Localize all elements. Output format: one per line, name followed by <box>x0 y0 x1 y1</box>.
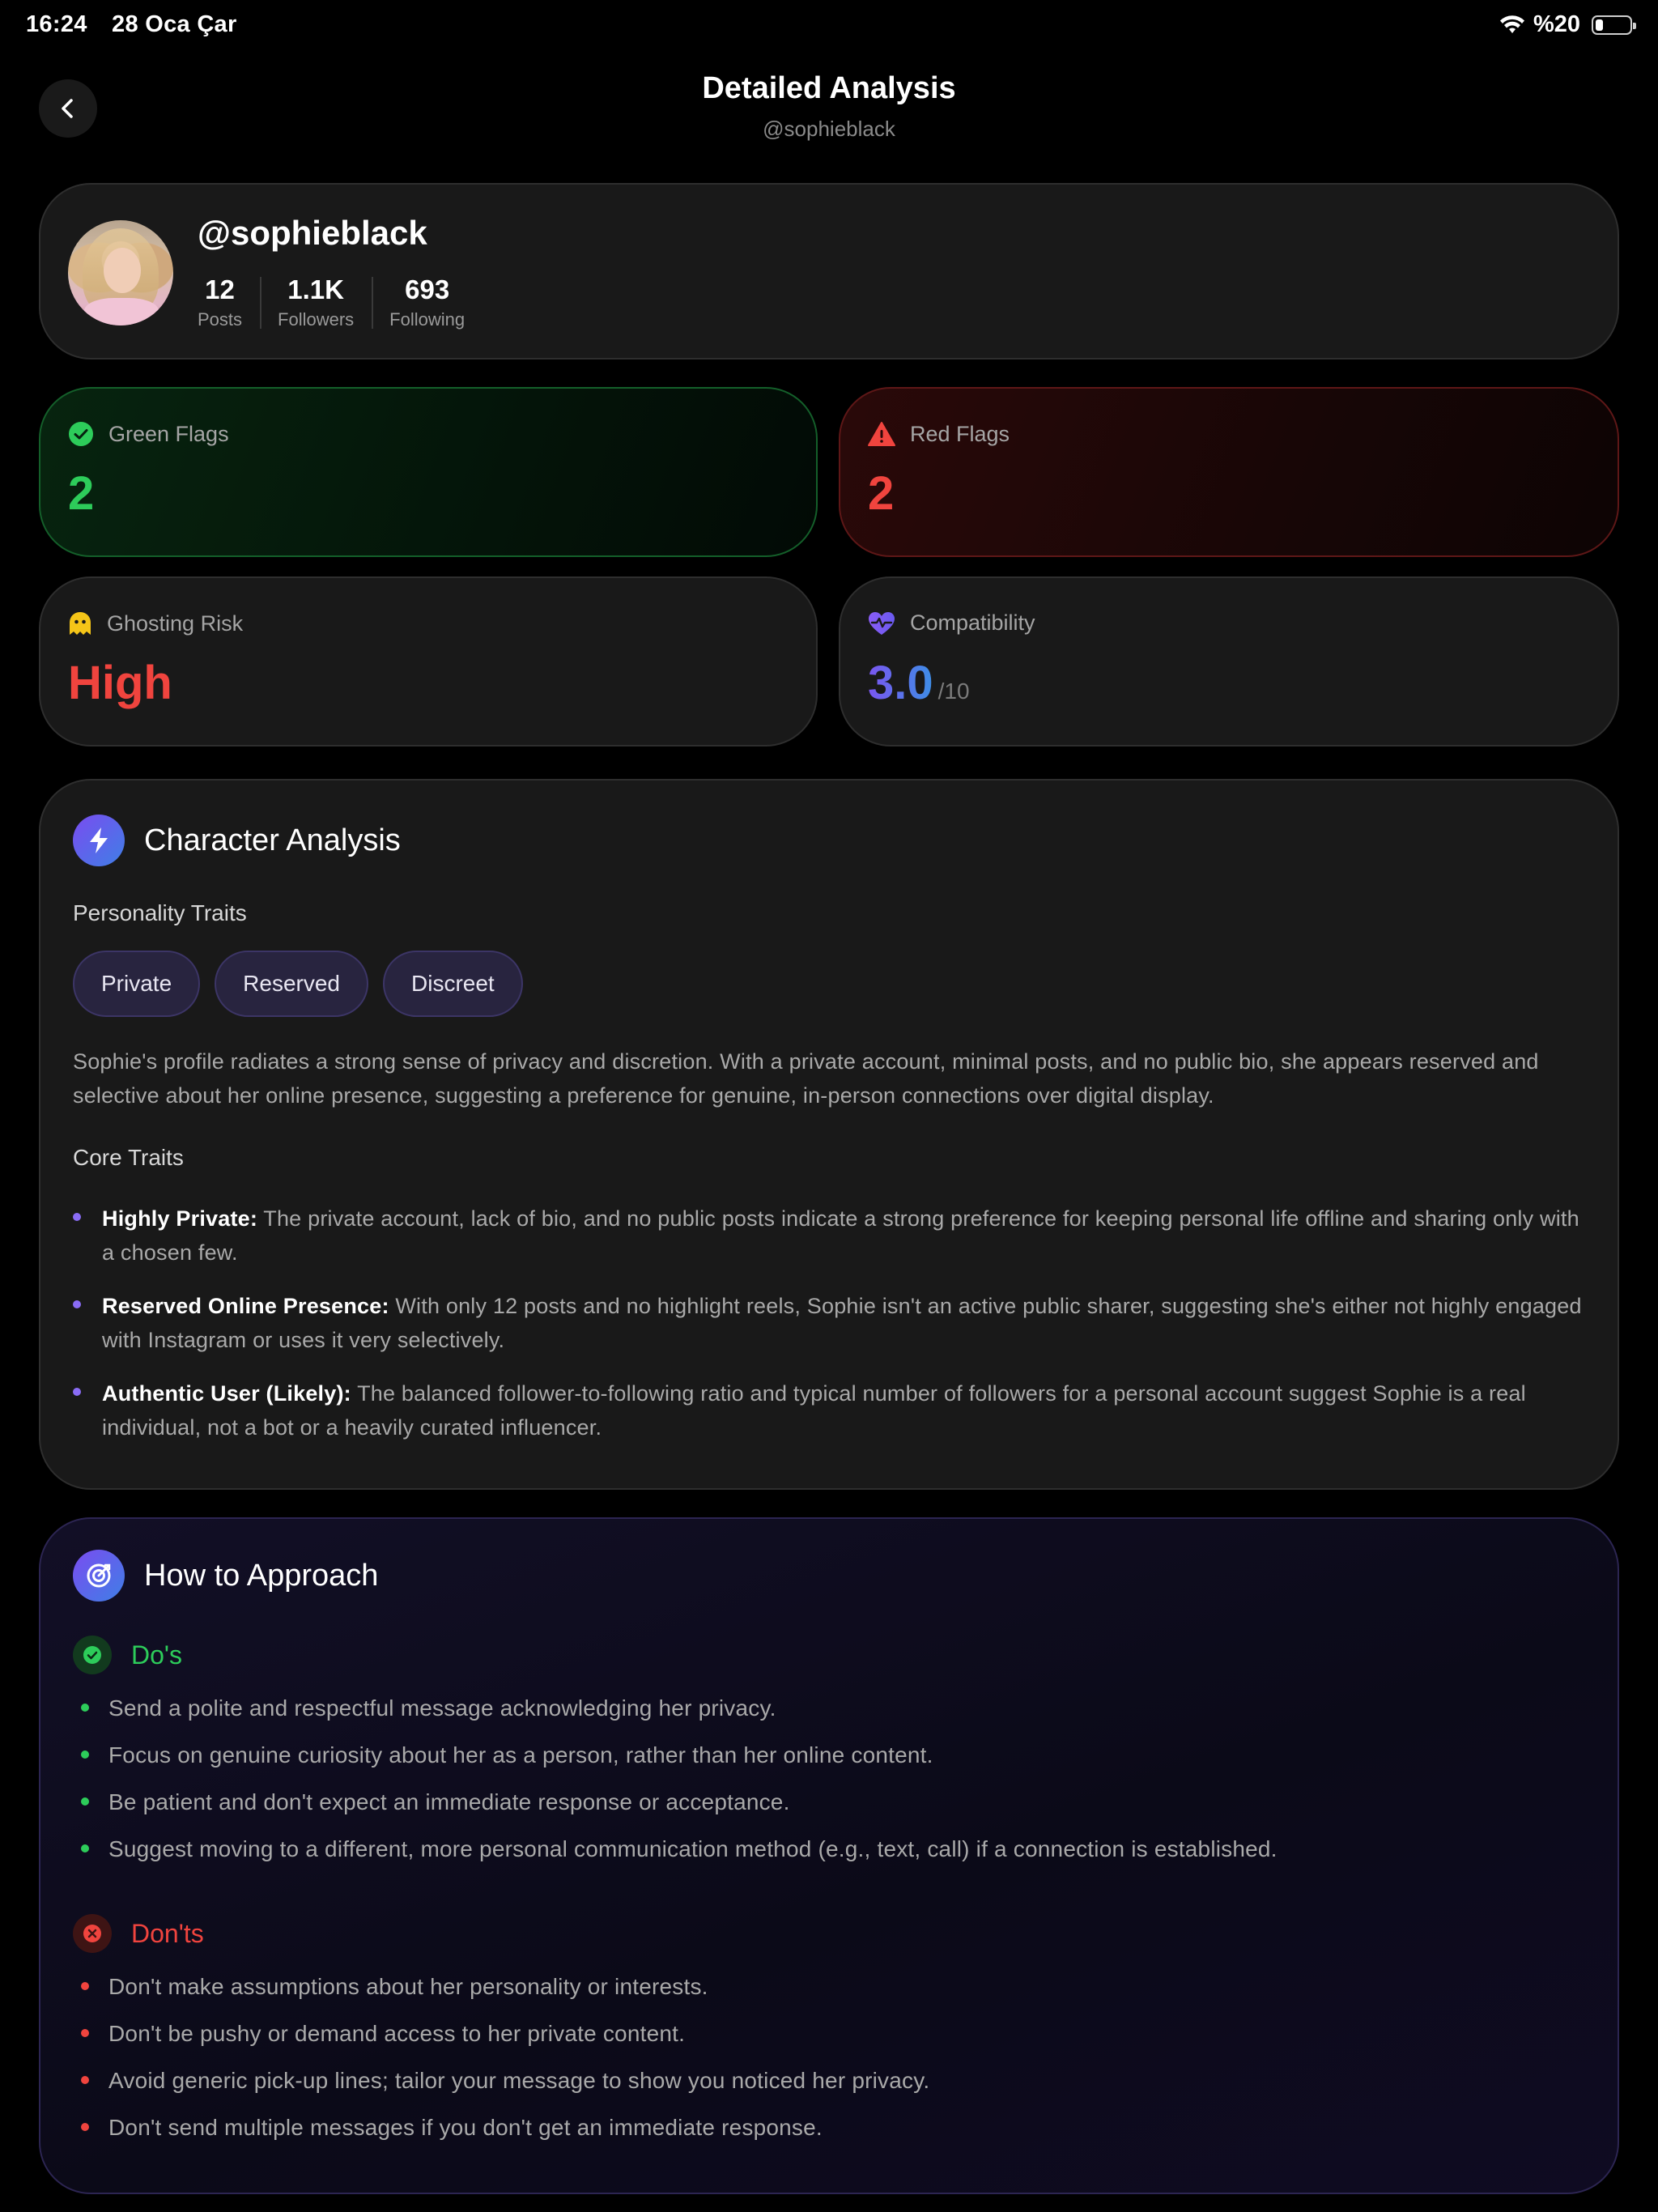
list-item: Highly Private: The private account, lac… <box>73 1202 1587 1270</box>
ghost-icon <box>70 612 91 635</box>
status-date: 28 Oca Çar <box>112 11 237 37</box>
list-item: Send a polite and respectful message ack… <box>81 1692 1579 1739</box>
green-flags-value: 2 <box>68 467 95 520</box>
red-flags-label: Red Flags <box>910 421 1010 446</box>
personality-traits: Private Reserved Discreet <box>73 951 523 1017</box>
battery-percent: %20 <box>1533 11 1580 37</box>
character-summary: Sophie's profile radiates a strong sense… <box>73 1049 1539 1108</box>
check-circle-icon <box>69 422 93 446</box>
ghosting-risk-card[interactable]: Ghosting Risk High <box>39 576 818 747</box>
stat-followers: 1.1K Followers <box>260 274 372 330</box>
core-traits-label: Core Traits <box>73 1145 184 1170</box>
target-icon <box>73 1550 125 1602</box>
core-traits-list: Highly Private: The private account, lac… <box>73 1202 1587 1464</box>
heart-pulse-icon <box>869 611 895 635</box>
stat-posts: 12 Posts <box>198 274 243 330</box>
character-analysis-title: Character Analysis <box>144 823 401 857</box>
list-item: Suggest moving to a different, more pers… <box>81 1833 1579 1880</box>
compatibility-card[interactable]: Compatibility 3.0/10 <box>839 576 1619 747</box>
compatibility-suffix: /10 <box>937 678 970 704</box>
check-circle-icon <box>73 1636 112 1674</box>
list-item: Focus on genuine curiosity about her as … <box>81 1739 1579 1786</box>
green-flags-label: Green Flags <box>108 421 229 446</box>
trait-pill: Discreet <box>383 951 523 1017</box>
trait-pill: Reserved <box>215 951 368 1017</box>
list-item: Avoid generic pick-up lines; tailor your… <box>81 2065 1579 2112</box>
status-time: 16:24 <box>26 11 87 37</box>
lightning-icon <box>73 815 125 866</box>
dos-list: Send a polite and respectful message ack… <box>81 1692 1579 1880</box>
compatibility-label: Compatibility <box>910 610 1035 635</box>
profile-username: @sophieblack <box>198 214 427 252</box>
ghosting-risk-value: High <box>68 657 172 709</box>
ghosting-risk-label: Ghosting Risk <box>107 610 244 636</box>
list-item: Don't send multiple messages if you don'… <box>81 2112 1579 2159</box>
compatibility-score: 3.0/10 <box>868 656 970 710</box>
avatar[interactable] <box>68 220 173 325</box>
how-to-approach-card: How to Approach Do's Send a polite and r… <box>39 1517 1619 2194</box>
list-item: Don't be pushy or demand access to her p… <box>81 2018 1579 2065</box>
donts-list: Don't make assumptions about her persona… <box>81 1971 1579 2159</box>
profile-stats: 12 Posts 1.1K Followers 693 Following <box>198 274 483 330</box>
red-flags-value: 2 <box>868 467 895 520</box>
status-bar: 16:24 28 Oca Çar %20 <box>0 0 1658 52</box>
dos-header: Do's <box>73 1636 182 1674</box>
battery-icon <box>1592 15 1636 35</box>
list-item: Be patient and don't expect an immediate… <box>81 1786 1579 1833</box>
green-flags-card[interactable]: Green Flags 2 <box>39 387 818 557</box>
x-circle-icon <box>73 1914 112 1953</box>
dos-label: Do's <box>131 1640 183 1670</box>
stat-following: 693 Following <box>372 274 483 330</box>
list-item: Reserved Online Presence: With only 12 p… <box>73 1289 1587 1357</box>
page-title: Detailed Analysis <box>702 71 956 105</box>
wifi-icon <box>1499 15 1524 33</box>
profile-card: @sophieblack 12 Posts 1.1K Followers 693… <box>39 183 1619 359</box>
donts-label: Don'ts <box>131 1918 204 1948</box>
list-item: Don't make assumptions about her persona… <box>81 1971 1579 2018</box>
how-to-approach-title: How to Approach <box>144 1558 379 1593</box>
character-analysis-card: Character Analysis Personality Traits Pr… <box>39 779 1619 1490</box>
warning-icon <box>868 422 895 446</box>
red-flags-card[interactable]: Red Flags 2 <box>839 387 1619 557</box>
page-subtitle: @sophieblack <box>763 117 895 141</box>
donts-header: Don'ts <box>73 1914 204 1953</box>
compatibility-value: 3.0 <box>868 657 933 709</box>
personality-traits-label: Personality Traits <box>73 900 247 925</box>
trait-pill: Private <box>73 951 201 1017</box>
list-item: Authentic User (Likely): The balanced fo… <box>73 1376 1587 1444</box>
